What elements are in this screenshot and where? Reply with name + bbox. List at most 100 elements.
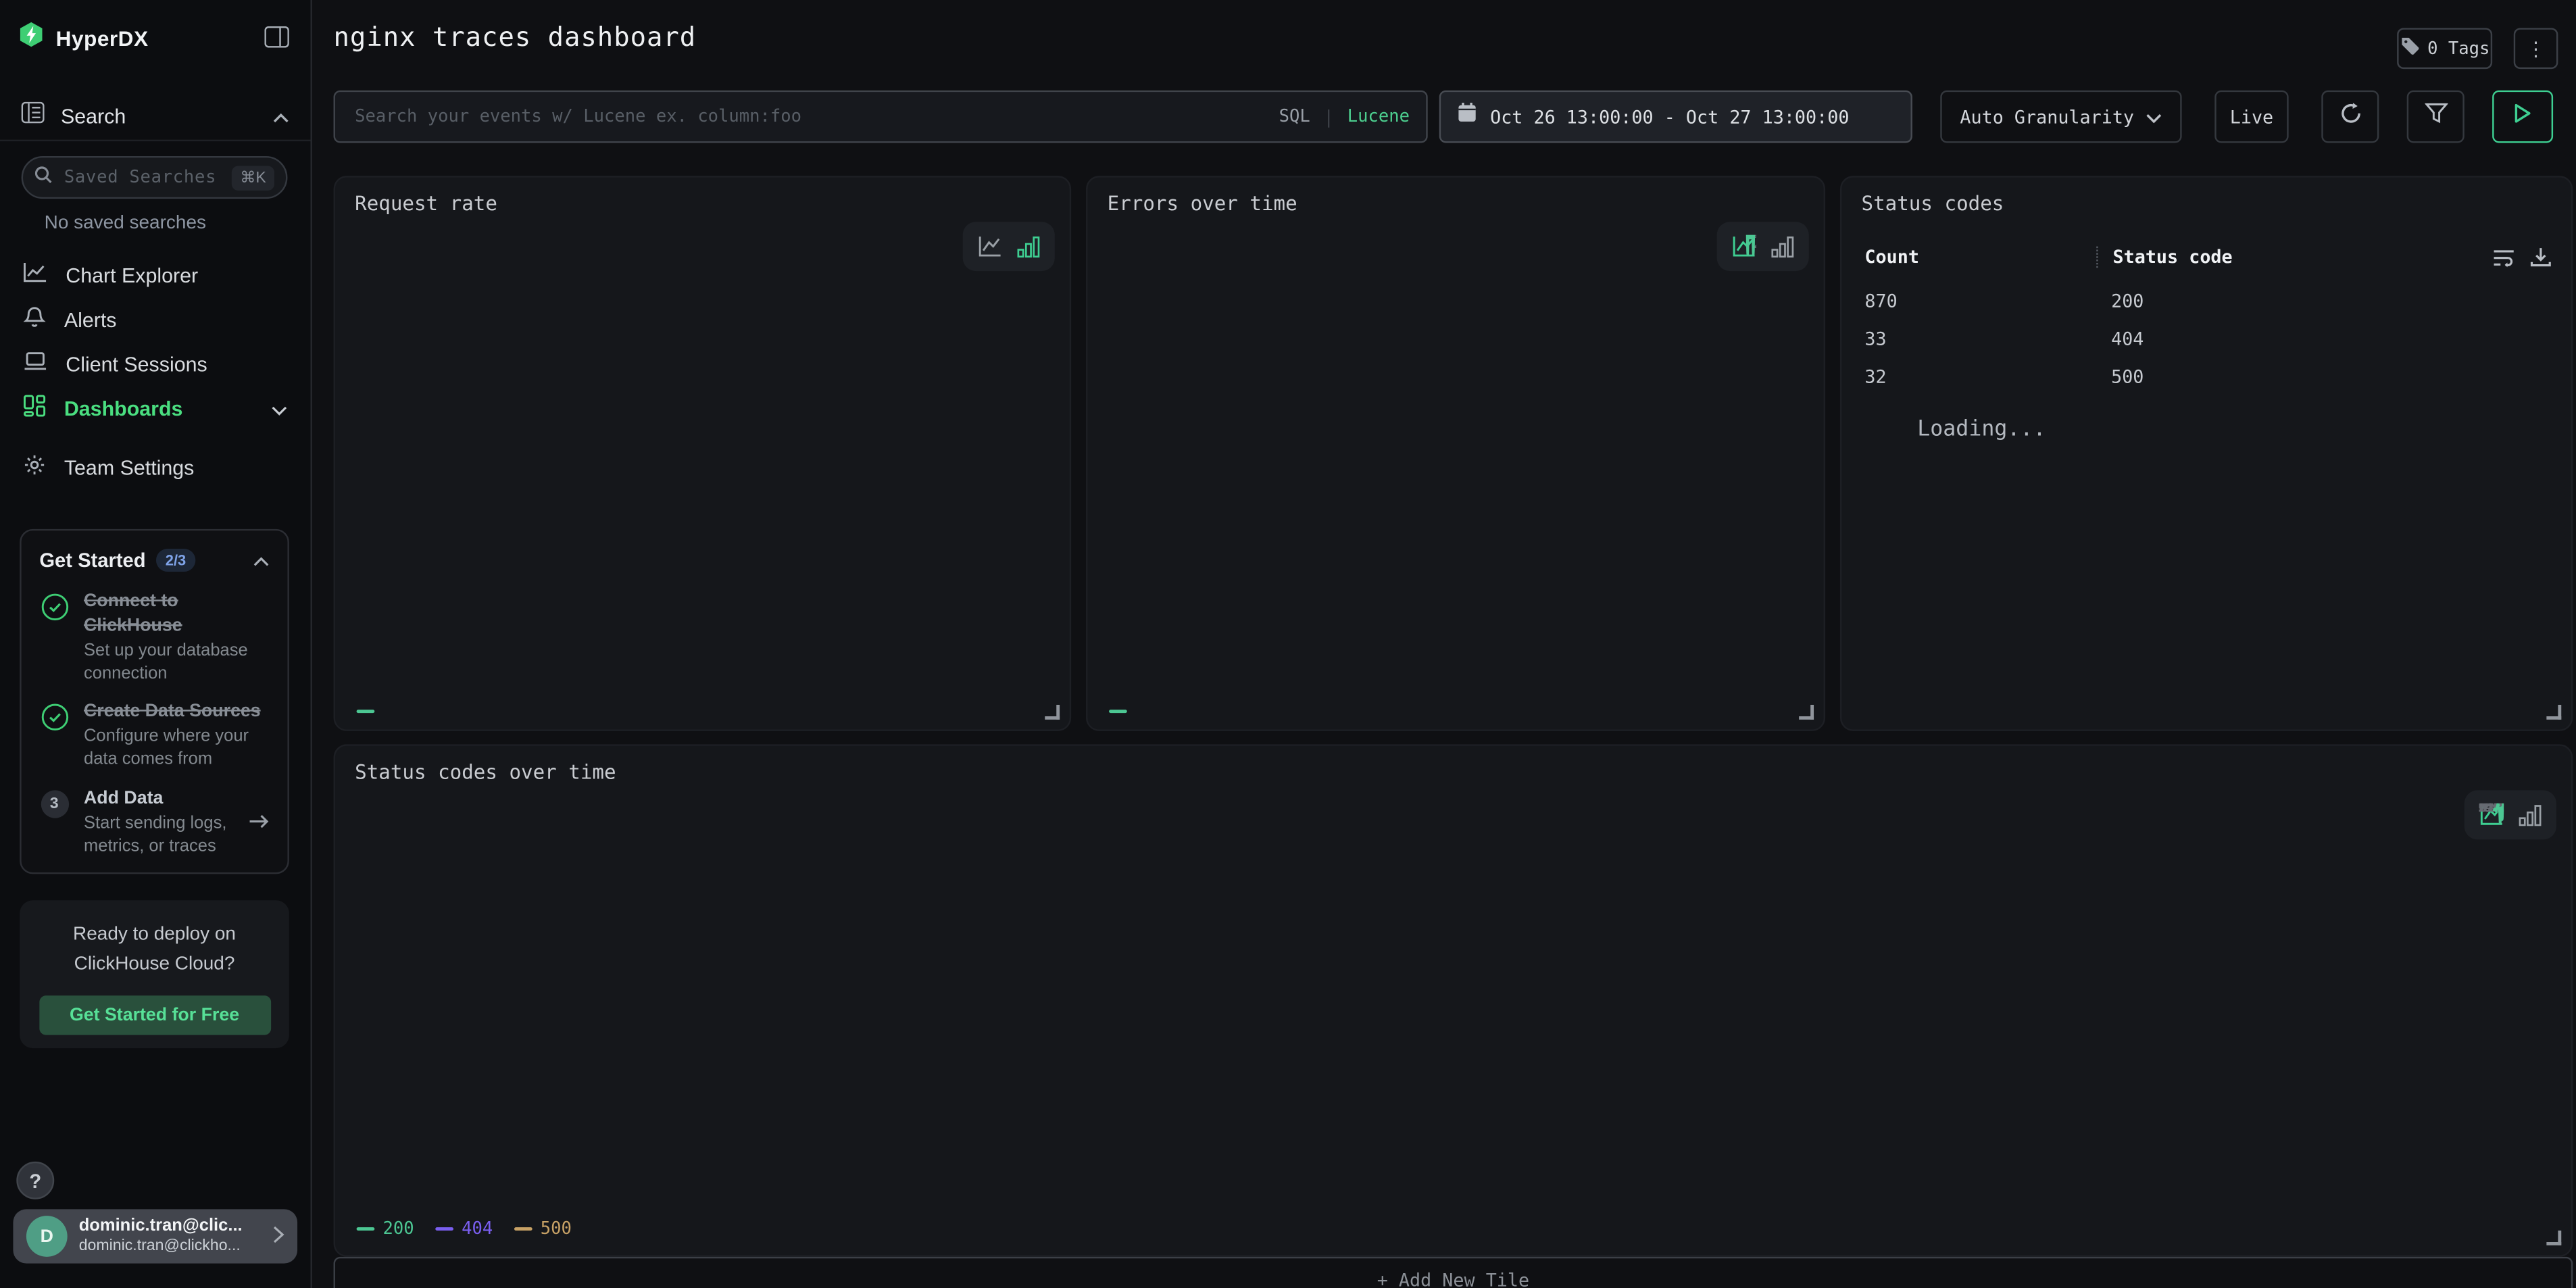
language-divider: | [1323, 106, 1334, 128]
legend-dash-icon [1109, 710, 1127, 713]
tile-resize-handle[interactable] [1799, 705, 1814, 720]
calendar-icon [1457, 102, 1477, 132]
laptop-icon [23, 350, 47, 380]
errors-over-time-chart [1087, 217, 1827, 703]
table-row[interactable]: 32500 [1864, 358, 2489, 396]
play-icon [2514, 102, 2532, 132]
step-title: Add Data [84, 787, 233, 811]
table-row[interactable]: 870200 [1864, 282, 2489, 320]
user-menu[interactable]: D dominic.tran@clic... dominic.tran@clic… [13, 1209, 297, 1263]
bar-chart-icon[interactable] [1771, 235, 1794, 258]
dashboards-icon [23, 393, 46, 424]
legend-item[interactable] [357, 710, 375, 713]
lucene-toggle[interactable]: Lucene [1347, 107, 1410, 126]
tile-resize-handle[interactable] [2546, 1231, 2561, 1245]
tile-resize-handle[interactable] [1045, 705, 1060, 720]
sidebar-item-client-sessions[interactable]: Client Sessions [0, 345, 310, 385]
search-icon [34, 163, 53, 193]
step-desc: Set up your database connection [84, 640, 270, 685]
cell-count: 870 [1864, 291, 2111, 312]
line-chart-icon[interactable]: 08162432Oct 26 1:00:00 PM4:30:00 PM7:00:… [2479, 803, 2504, 826]
refresh-button[interactable] [2321, 91, 2379, 143]
cloud-text-line2: ClickHouse Cloud? [20, 951, 289, 980]
granularity-select[interactable]: Auto Granularity [1940, 91, 2181, 143]
chevron-down-icon [271, 394, 287, 424]
filter-funnel-icon [2424, 101, 2447, 132]
saved-searches-placeholder: Saved Searches [64, 168, 220, 187]
saved-searches-shortcut: ⌘K [232, 165, 274, 189]
chart-legend: 200 404 500 [357, 1219, 572, 1239]
arrow-right-icon [248, 810, 270, 835]
bar-chart-icon[interactable] [1017, 235, 1040, 258]
line-chart-icon[interactable]: 00.751.52.33Oct 26 1:00:00 PM11:30:00 PM… [1731, 235, 1756, 258]
date-range-picker[interactable]: Oct 26 13:00:00 - Oct 27 13:00:00 [1439, 91, 1912, 143]
sidebar-item-alerts[interactable]: Alerts [0, 301, 310, 340]
sidebar-item-label: Dashboards [64, 397, 183, 420]
sidebar-item-chart-explorer[interactable]: Chart Explorer [0, 256, 310, 295]
column-header-count[interactable]: Count [1864, 247, 2096, 268]
granularity-value: Auto Granularity [1960, 106, 2134, 128]
live-button[interactable]: Live [2214, 91, 2288, 143]
cell-count: 33 [1864, 328, 2111, 350]
column-divider[interactable] [2096, 247, 2098, 268]
legend-item[interactable]: 200 [357, 1219, 414, 1239]
table-row[interactable]: 33404 [1864, 320, 2489, 358]
chart-legend [1109, 710, 1127, 713]
avatar: D [26, 1216, 68, 1257]
check-circle-icon [39, 593, 69, 686]
column-header-status-code[interactable]: Status code [2113, 247, 2233, 268]
user-name: dominic.tran@clic... [79, 1216, 262, 1237]
step-title: Create Data Sources [84, 701, 270, 725]
page-title: nginx traces dashboard [334, 22, 697, 53]
step-desc: Configure where your data comes from [84, 726, 270, 772]
step-title: Connect to ClickHouse [84, 590, 270, 639]
legend-dash-icon [357, 710, 375, 713]
sidebar-item-label: Alerts [64, 309, 117, 332]
chevron-up-icon[interactable] [253, 545, 269, 575]
sidebar-item-search[interactable]: Search [0, 94, 310, 142]
tags-button[interactable]: 0 Tags [2397, 28, 2492, 69]
main-content: nginx traces dashboard 0 Tags ⋮ SQL | Lu… [312, 0, 2576, 1288]
cloud-text-line1: Ready to deploy on [20, 922, 289, 951]
get-started-card: Get Started 2/3 Connect to ClickHouse Se… [20, 529, 289, 874]
sidebar-collapse-icon[interactable] [263, 24, 289, 49]
events-search-input[interactable] [351, 105, 1266, 128]
table-header: Count Status code [1864, 247, 2489, 268]
saved-searches-input[interactable]: Saved Searches ⌘K [22, 156, 288, 199]
add-new-tile-button[interactable]: + Add New Tile [334, 1257, 2573, 1288]
legend-item[interactable]: 404 [435, 1219, 493, 1239]
legend-dash-icon [435, 1227, 453, 1231]
tile-title: Status codes [1862, 192, 2004, 215]
sidebar-item-dashboards[interactable]: Dashboards [0, 389, 310, 428]
sidebar-item-label: Client Sessions [66, 353, 207, 376]
tile-resize-handle[interactable] [2546, 705, 2561, 720]
legend-item[interactable]: 500 [514, 1219, 572, 1239]
bar-chart-icon[interactable] [2519, 803, 2542, 826]
get-started-step-1[interactable]: Connect to ClickHouse Set up your databa… [39, 590, 269, 686]
legend-label: 200 [382, 1219, 414, 1239]
sql-toggle[interactable]: SQL [1279, 107, 1310, 126]
sidebar: HyperDX Search Saved Searches ⌘K No save… [0, 0, 312, 1288]
line-chart-icon[interactable]: 09182736Oct 26 1:00:00 PM11:30:00 PM12:3… [978, 235, 1002, 258]
tile-title: Status codes over time [355, 761, 616, 784]
dashboard-menu-button[interactable]: ⋮ [2514, 28, 2558, 69]
run-query-button[interactable] [2492, 91, 2553, 143]
get-started-free-button[interactable]: Get Started for Free [39, 995, 270, 1034]
legend-dash-icon [514, 1227, 532, 1231]
chevron-down-icon [2146, 102, 2162, 132]
app-window: HyperDX Search Saved Searches ⌘K No save… [0, 0, 2576, 1288]
search-section-icon [22, 102, 45, 132]
help-button[interactable]: ? [16, 1162, 54, 1199]
tag-icon [2400, 34, 2419, 64]
no-saved-searches-text: No saved searches [45, 214, 206, 233]
filter-button[interactable] [2407, 91, 2464, 143]
get-started-step-3[interactable]: 3 Add Data Start sending logs, metrics, … [39, 787, 269, 858]
get-started-step-2[interactable]: Create Data Sources Configure where your… [39, 701, 269, 772]
legend-item[interactable] [1109, 710, 1127, 713]
download-icon[interactable] [2530, 247, 2552, 276]
cell-count: 32 [1864, 366, 2111, 388]
sidebar-item-team-settings[interactable]: Team Settings [0, 449, 310, 488]
wrap-lines-icon[interactable] [2492, 247, 2515, 276]
brand[interactable]: HyperDX [18, 22, 149, 56]
tile-request-rate: Request rate 09182736Oct 26 1:00:00 PM11… [334, 176, 1072, 731]
